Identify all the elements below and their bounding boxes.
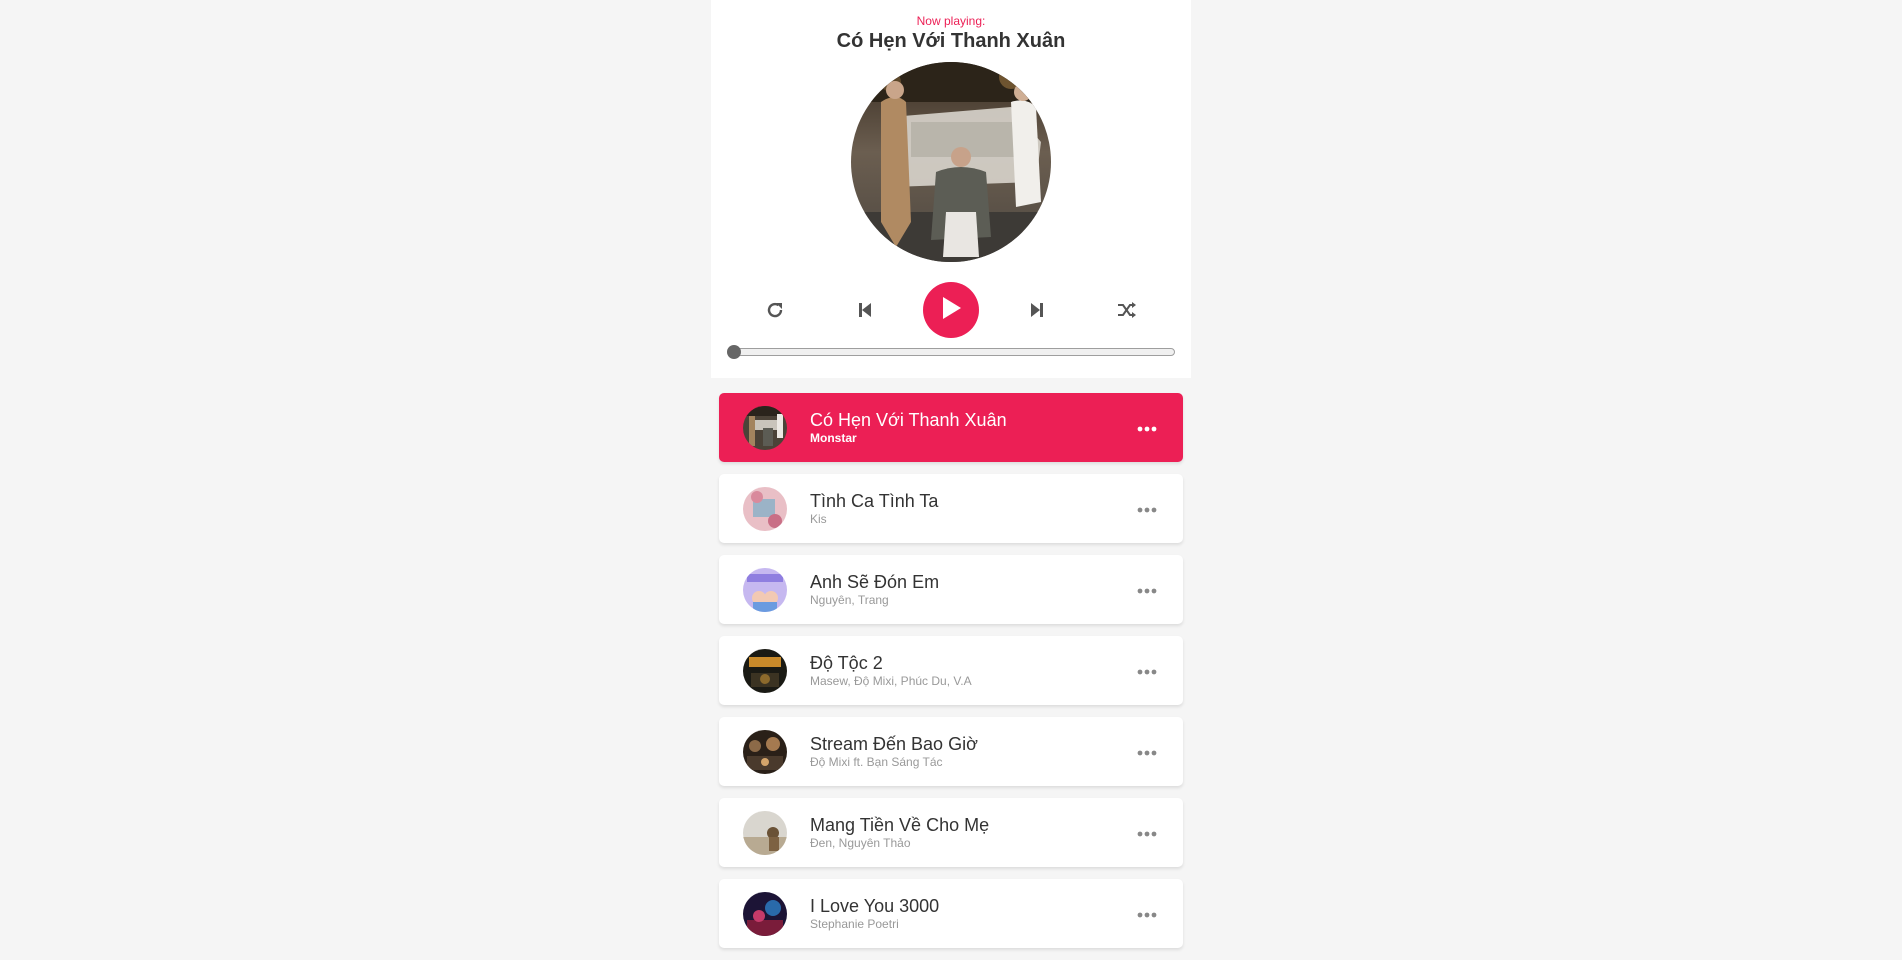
song-artist: Độ Mixi ft. Bạn Sáng Tác	[810, 755, 943, 769]
song-body: Mang Tiền Về Cho Mẹ Đen, Nguyên Thảo	[810, 814, 989, 850]
song-title: Stream Đến Bao Giờ	[810, 734, 978, 754]
song-item[interactable]: Mang Tiền Về Cho Mẹ Đen, Nguyên Thảo	[719, 798, 1183, 867]
cd-thumbnail	[851, 62, 1051, 262]
song-body: Độ Tộc 2 Masew, Độ Mixi, Phúc Du, V.A	[810, 652, 972, 688]
song-artist: Nguyên, Trang	[810, 593, 889, 607]
song-item[interactable]: Tình Ca Tình Ta Kis	[719, 474, 1183, 543]
song-thumbnail	[743, 892, 787, 936]
repeat-button[interactable]	[755, 282, 795, 338]
song-options-button[interactable]	[1135, 659, 1159, 683]
song-artist: Đen, Nguyên Thảo	[810, 836, 911, 850]
song-options-button[interactable]	[1135, 416, 1159, 440]
song-item[interactable]: Anh Sẽ Đón Em Nguyên, Trang	[719, 555, 1183, 624]
song-body: Anh Sẽ Đón Em Nguyên, Trang	[810, 571, 939, 607]
song-thumbnail	[743, 649, 787, 693]
random-button[interactable]	[1107, 282, 1147, 338]
song-artist: Monstar	[810, 431, 857, 445]
song-options-button[interactable]	[1135, 497, 1159, 521]
ellipsis-icon	[1137, 500, 1157, 518]
progress-track	[733, 348, 1175, 356]
step-forward-icon	[1029, 301, 1045, 319]
controls	[711, 282, 1191, 338]
song-item[interactable]: Độ Tộc 2 Masew, Độ Mixi, Phúc Du, V.A	[719, 636, 1183, 705]
prev-button[interactable]	[845, 282, 885, 338]
song-options-button[interactable]	[1135, 578, 1159, 602]
music-player: Now playing: Có Hẹn Với Thanh Xuân Có Hẹ…	[711, 0, 1191, 956]
song-thumbnail	[743, 487, 787, 531]
song-options-button[interactable]	[1135, 902, 1159, 926]
song-artist: Stephanie Poetri	[810, 917, 899, 931]
shuffle-icon	[1117, 301, 1137, 319]
ellipsis-icon	[1137, 662, 1157, 680]
progress-slider[interactable]	[727, 345, 1175, 359]
song-item[interactable]: Stream Đến Bao Giờ Độ Mixi ft. Bạn Sáng …	[719, 717, 1183, 786]
play-button[interactable]	[923, 282, 979, 338]
song-thumbnail	[743, 568, 787, 612]
song-title: I Love You 3000	[810, 896, 940, 916]
ellipsis-icon	[1137, 419, 1157, 437]
repeat-icon	[765, 300, 785, 320]
song-body: I Love You 3000 Stephanie Poetri	[810, 895, 939, 931]
step-backward-icon	[857, 301, 873, 319]
song-title: Độ Tộc 2	[810, 653, 883, 673]
ellipsis-icon	[1137, 743, 1157, 761]
next-button[interactable]	[1017, 282, 1057, 338]
progress-thumb[interactable]	[727, 345, 741, 359]
song-artist: Kis	[810, 512, 827, 526]
ellipsis-icon	[1137, 581, 1157, 599]
play-icon	[939, 295, 963, 326]
header: Now playing: Có Hẹn Với Thanh Xuân	[711, 0, 1191, 53]
song-title: Có Hẹn Với Thanh Xuân	[810, 410, 1007, 430]
song-item[interactable]: I Love You 3000 Stephanie Poetri	[719, 879, 1183, 948]
song-artist: Masew, Độ Mixi, Phúc Du, V.A	[810, 674, 972, 688]
dashboard: Now playing: Có Hẹn Với Thanh Xuân	[711, 0, 1191, 378]
song-title: Tình Ca Tình Ta	[810, 491, 939, 511]
current-song-title: Có Hẹn Với Thanh Xuân	[836, 30, 1066, 52]
song-title: Anh Sẽ Đón Em	[810, 572, 940, 592]
song-thumbnail	[743, 811, 787, 855]
song-options-button[interactable]	[1135, 740, 1159, 764]
song-body: Stream Đến Bao Giờ Độ Mixi ft. Bạn Sáng …	[810, 733, 978, 769]
song-item[interactable]: Có Hẹn Với Thanh Xuân Monstar	[719, 393, 1183, 462]
song-thumbnail	[743, 406, 787, 450]
song-body: Tình Ca Tình Ta Kis	[810, 490, 938, 526]
song-body: Có Hẹn Với Thanh Xuân Monstar	[810, 409, 1007, 445]
now-playing-label: Now playing:	[916, 14, 986, 28]
playlist: Có Hẹn Với Thanh Xuân Monstar Tình Ca Tì	[719, 393, 1183, 960]
song-title: Mang Tiền Về Cho Mẹ	[810, 815, 990, 835]
song-options-button[interactable]	[1135, 821, 1159, 845]
ellipsis-icon	[1137, 905, 1157, 923]
ellipsis-icon	[1137, 824, 1157, 842]
song-thumbnail	[743, 730, 787, 774]
